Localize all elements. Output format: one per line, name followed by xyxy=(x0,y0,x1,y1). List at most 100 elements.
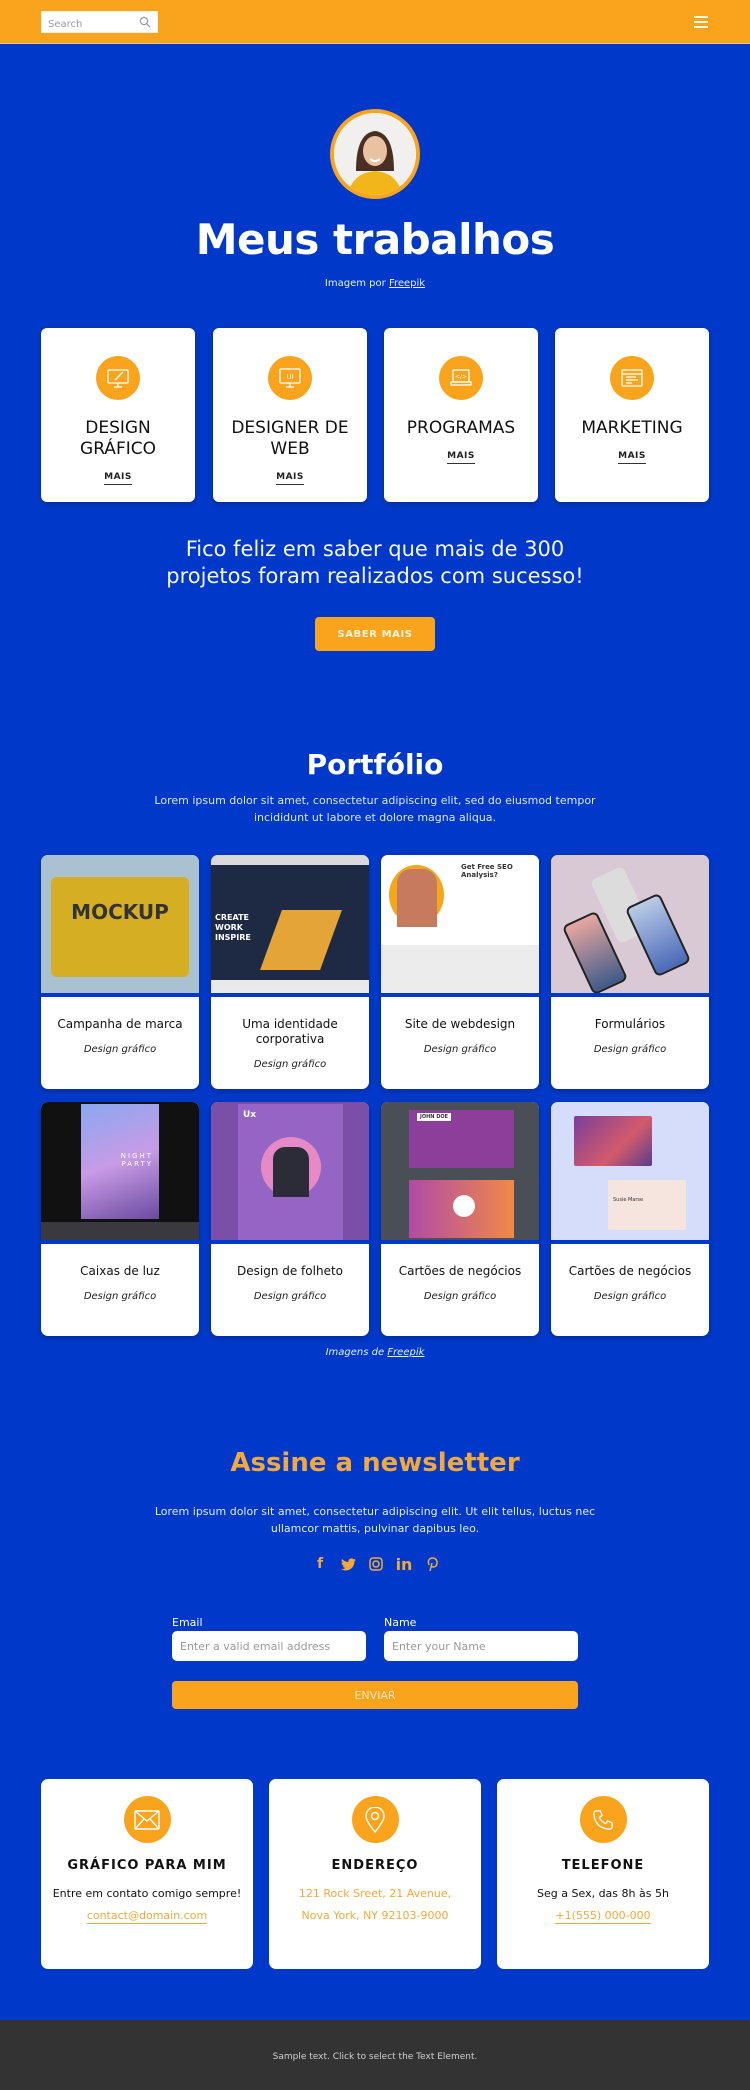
image-text: NIGHT PARTY xyxy=(120,1152,153,1168)
image-text: MOCKUP xyxy=(71,900,169,924)
linkedin-icon[interactable]: in xyxy=(396,1555,413,1574)
image-credit: Imagem por Freepik xyxy=(0,278,750,289)
contact-title: TELEFONE xyxy=(561,1858,645,1873)
service-more-link[interactable]: MAIS xyxy=(447,451,475,464)
envelope-icon xyxy=(123,1796,171,1843)
hamburger-menu-icon[interactable] xyxy=(694,16,708,28)
image-text: Get Free SEO Analysis? xyxy=(461,863,513,879)
facebook-icon[interactable]: f xyxy=(312,1556,328,1572)
portfolio-item-category: Design gráfico xyxy=(253,1059,327,1070)
portfolio-image: JOHN DOE xyxy=(381,1102,539,1244)
portfolio-item-category: Design gráfico xyxy=(593,1044,667,1055)
portfolio-item-title: Formulários xyxy=(594,1017,666,1031)
portfolio-card[interactable]: Get Free SEO Analysis? Site de webdesign… xyxy=(381,855,539,1089)
svg-text:UI: UI xyxy=(286,373,293,381)
service-title: MARKETING xyxy=(581,418,683,438)
portfolio-image: Get Free SEO Analysis? xyxy=(381,855,539,997)
portfolio-card[interactable]: iPhone 12 Pro Max Formulários Design grá… xyxy=(551,855,709,1089)
name-field[interactable] xyxy=(384,1631,578,1661)
image-text: JOHN DOE xyxy=(417,1113,452,1121)
twitter-icon[interactable] xyxy=(340,1556,356,1572)
contact-card-phone: TELEFONE Seg a Sex, das 8h às 5h +1(555)… xyxy=(497,1779,709,1969)
service-card-designer-web: UI DESIGNER DE WEB MAIS xyxy=(213,328,367,502)
search-icon[interactable] xyxy=(139,16,151,28)
portfolio-item-title: Uma identidade corporativa xyxy=(242,1017,338,1046)
email-label: Email xyxy=(172,1616,203,1629)
name-label: Name xyxy=(384,1616,417,1629)
address-line-2: Nova York, NY 92103-9000 xyxy=(301,1909,449,1922)
portfolio-item-category: Design gráfico xyxy=(593,1291,667,1302)
newsletter-text: Lorem ipsum dolor sit amet, consectetur … xyxy=(154,1505,596,1535)
portfolio-item-title: Caixas de luz xyxy=(80,1264,160,1278)
portfolio-card[interactable]: CREATE WORK INSPIRE Uma identidade corpo… xyxy=(211,855,369,1089)
contact-line: Entre em contato comigo sempre! xyxy=(52,1887,242,1900)
portfolio-item-title: Campanha de marca xyxy=(57,1017,183,1031)
page-title: Meus trabalhos xyxy=(195,215,555,264)
image-text: Ux xyxy=(243,1110,257,1120)
freepik-link[interactable]: Freepik xyxy=(389,278,425,289)
map-pin-icon xyxy=(351,1796,399,1843)
enviar-button[interactable]: ENVIAR xyxy=(172,1681,578,1709)
portfolio-image: MOCKUP xyxy=(41,855,199,997)
tagline: Fico feliz em saber que mais de 300 proj… xyxy=(166,537,584,588)
pinterest-icon[interactable] xyxy=(424,1556,440,1572)
freepik-link[interactable]: Freepik xyxy=(387,1347,424,1358)
portfolio-item-category: Design gráfico xyxy=(83,1291,157,1302)
email-field[interactable] xyxy=(172,1631,366,1661)
portfolio-card[interactable]: MOCKUP Campanha de marca Design gráfico xyxy=(41,855,199,1089)
search-box[interactable] xyxy=(41,11,158,35)
credit-prefix: Imagens de xyxy=(325,1347,385,1358)
service-card-programas: </> PROGRAMAS MAIS xyxy=(384,328,538,502)
images-credit: Imagens de Freepik xyxy=(0,1347,750,1358)
search-input[interactable] xyxy=(42,14,132,35)
portfolio-image: NIGHT PARTY xyxy=(41,1102,199,1244)
contact-card-email: GRÁFICO PARA MIM Entre em contato comigo… xyxy=(41,1779,253,1969)
newsletter-title: Assine a newsletter xyxy=(230,1448,520,1478)
laptop-code-icon: </> xyxy=(439,356,483,400)
avatar xyxy=(330,109,420,199)
portfolio-image: iPhone 12 Pro Max xyxy=(551,855,709,997)
portfolio-image: Ux xyxy=(211,1102,369,1244)
contact-title: GRÁFICO PARA MIM xyxy=(67,1858,227,1873)
contact-card-address: ENDEREÇO 121 Rock Sreet, 21 Avenue, Nova… xyxy=(269,1779,481,1969)
portfolio-item-title: Cartões de negócios xyxy=(398,1264,522,1278)
service-more-link[interactable]: MAIS xyxy=(276,472,304,485)
portrait-image xyxy=(334,113,416,195)
portfolio-item-category: Design gráfico xyxy=(423,1291,497,1302)
footer: Sample text. Click to select the Text El… xyxy=(0,2020,750,2090)
service-more-link[interactable]: MAIS xyxy=(618,451,646,464)
monitor-ui-icon: UI xyxy=(268,356,312,400)
address-line-1: 121 Rock Sreet, 21 Avenue, xyxy=(298,1887,452,1900)
service-more-link[interactable]: MAIS xyxy=(104,472,132,485)
email-link[interactable]: contact@domain.com xyxy=(86,1909,208,1924)
service-card-marketing: MARKETING MAIS xyxy=(555,328,709,502)
portfolio-subtitle: Lorem ipsum dolor sit amet, consectetur … xyxy=(154,794,596,824)
portfolio-card[interactable]: Ux Design de folheto Design gráfico xyxy=(211,1102,369,1336)
phone-link[interactable]: +1(555) 000-000 xyxy=(555,1909,651,1924)
portfolio-item-category: Design gráfico xyxy=(253,1291,327,1302)
instagram-icon[interactable] xyxy=(368,1556,384,1572)
service-title: DESIGNER DE WEB xyxy=(231,418,349,459)
portfolio-item-title: Cartões de negócios xyxy=(568,1264,692,1278)
image-text: CREATE WORK INSPIRE xyxy=(215,913,251,942)
portfolio-item-category: Design gráfico xyxy=(83,1044,157,1055)
saber-mais-button[interactable]: SABER MAIS xyxy=(315,617,435,651)
contact-title: ENDEREÇO xyxy=(331,1858,419,1873)
service-card-design-grafico: DESIGN GRÁFICO MAIS xyxy=(41,328,195,502)
portfolio-item-title: Design de folheto xyxy=(237,1264,343,1278)
portfolio-image: CREATE WORK INSPIRE xyxy=(211,855,369,997)
contact-line: Seg a Sex, das 8h às 5h xyxy=(537,1887,669,1900)
portfolio-image: Susie Marse xyxy=(551,1102,709,1244)
svg-text:</>: </> xyxy=(455,374,467,381)
footer-text[interactable]: Sample text. Click to select the Text El… xyxy=(0,2052,750,2062)
header-bar xyxy=(0,0,750,44)
image-text: Susie Marse xyxy=(613,1197,644,1203)
service-title: PROGRAMAS xyxy=(406,418,516,438)
portfolio-card[interactable]: NIGHT PARTY Caixas de luz Design gráfico xyxy=(41,1102,199,1336)
portfolio-card[interactable]: Susie Marse Cartões de negócios Design g… xyxy=(551,1102,709,1336)
portfolio-item-title: Site de webdesign xyxy=(404,1017,516,1031)
phone-icon xyxy=(579,1796,627,1843)
browser-window-icon xyxy=(610,356,654,400)
credit-prefix: Imagem por xyxy=(324,278,386,289)
portfolio-card[interactable]: JOHN DOE Cartões de negócios Design gráf… xyxy=(381,1102,539,1336)
